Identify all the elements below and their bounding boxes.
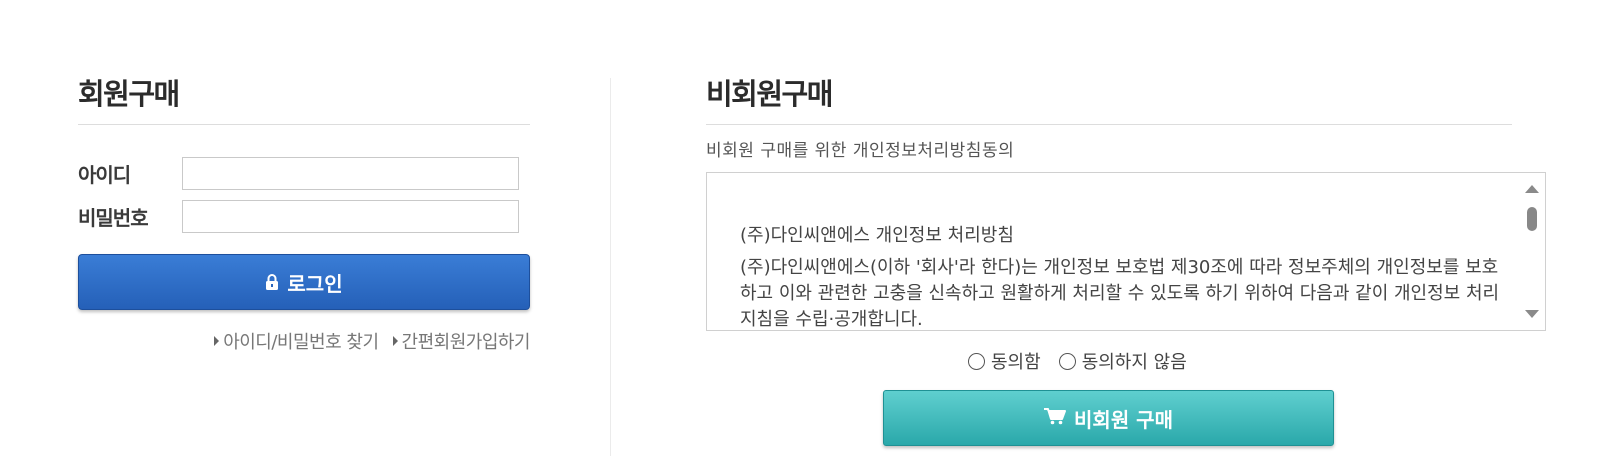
terms-body: (주)다인씨앤에스(이하 '회사'라 한다)는 개인정보 보호법 제30조에 따… xyxy=(740,257,1500,330)
guest-purchase-section: 비회원구매 xyxy=(706,72,1512,125)
signup-link[interactable]: 간편회원가입하기 xyxy=(392,328,531,354)
terms-scrollbar[interactable] xyxy=(1519,173,1545,330)
id-row: 아이디 xyxy=(78,156,530,190)
lock-icon xyxy=(265,273,279,291)
scroll-thumb[interactable] xyxy=(1527,207,1537,231)
find-id-password-label: 아이디/비밀번호 찾기 xyxy=(223,332,379,353)
signup-label: 간편회원가입하기 xyxy=(401,332,531,353)
cart-icon xyxy=(1044,406,1067,430)
privacy-consent-subtitle: 비회원 구매를 위한 개인정보처리방침동의 xyxy=(706,141,1015,161)
find-id-password-link[interactable]: 아이디/비밀번호 찾기 xyxy=(214,328,379,354)
member-links: 아이디/비밀번호 찾기 간편회원가입하기 xyxy=(214,328,531,354)
login-label: 로그인 xyxy=(287,271,343,296)
section-separator xyxy=(610,78,611,456)
member-purchase-section: 회원구매 아이디 비밀번호 로그인 아이디/비밀번호 찾기 간편회원가입하기 xyxy=(78,72,531,353)
arrow-right-icon xyxy=(214,336,220,346)
disagree-radio[interactable] xyxy=(1058,352,1076,370)
password-label: 비밀번호 xyxy=(78,205,149,230)
terms-heading: (주)다인씨앤에스 개인정보 처리방침 xyxy=(740,225,1014,246)
scroll-down-arrow-icon[interactable] xyxy=(1525,310,1539,318)
login-button[interactable]: 로그인 xyxy=(78,254,530,310)
guest-purchase-button[interactable]: 비회원 구매 xyxy=(883,390,1334,446)
disagree-label: 동의하지 않음 xyxy=(1081,352,1187,373)
guest-title: 비회원구매 xyxy=(706,77,833,111)
consent-options: 동의함 동의하지 않음 xyxy=(968,348,1187,374)
member-title: 회원구매 xyxy=(78,77,180,111)
privacy-terms-text: (주)다인씨앤에스 개인정보 처리방침 (주)다인씨앤에스(이하 '회사'라 한… xyxy=(740,223,1500,330)
id-input[interactable] xyxy=(182,156,519,190)
privacy-terms-box[interactable]: (주)다인씨앤에스 개인정보 처리방침 (주)다인씨앤에스(이하 '회사'라 한… xyxy=(706,172,1546,331)
id-label: 아이디 xyxy=(78,162,131,187)
agree-radio[interactable] xyxy=(968,352,985,370)
disagree-option[interactable]: 동의하지 않음 xyxy=(1058,348,1187,374)
guest-purchase-label: 비회원 구매 xyxy=(1074,407,1173,432)
arrow-right-icon xyxy=(392,336,398,346)
guest-divider xyxy=(706,124,1512,125)
password-input[interactable] xyxy=(182,199,519,233)
password-row: 비밀번호 xyxy=(78,199,530,233)
member-divider xyxy=(78,124,530,125)
agree-option[interactable]: 동의함 xyxy=(968,348,1041,374)
scroll-up-arrow-icon[interactable] xyxy=(1525,185,1539,193)
agree-label: 동의함 xyxy=(991,352,1041,373)
